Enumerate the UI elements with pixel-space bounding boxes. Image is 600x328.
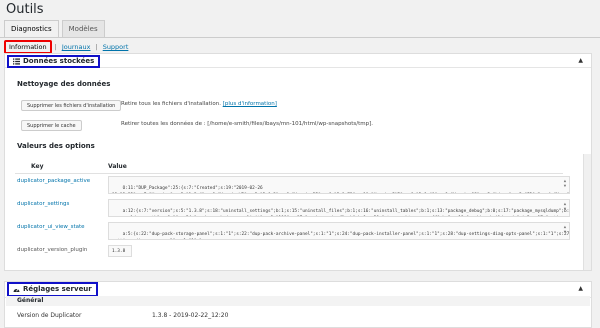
tab-templates[interactable]: Modèles [61, 20, 105, 38]
server-settings-title: Réglages serveur [7, 282, 98, 297]
option-value-textarea[interactable]: a:5:{s:22:"dup-pack-storage-panel";s:1:"… [108, 222, 570, 240]
general-section-heading: Général [6, 296, 590, 306]
option-value-text: a:12:{s:7:"version";s:5:"1.3.8";s:18:"un… [122, 209, 570, 214]
cleanup-heading: Nettoyage des données [17, 80, 111, 88]
tab-bar: Diagnostics Modèles [4, 20, 105, 38]
tab-diagnostics[interactable]: Diagnostics [4, 20, 59, 38]
delete-installation-files-button[interactable]: Supprimer les fichiers d'installation [21, 100, 122, 111]
stored-data-title: Données stockées [7, 55, 101, 68]
dashboard-gauge-icon [13, 288, 20, 292]
option-value-text: a:5:{s:22:"dup-pack-storage-panel";s:1:"… [122, 232, 570, 237]
panel-scrollbar[interactable] [583, 154, 591, 270]
server-settings-title-text: Réglages serveur [23, 285, 92, 293]
option-value-textarea[interactable]: a:12:{s:7:"version";s:5:"1.3.8";s:18:"un… [108, 199, 570, 217]
subnav-logs[interactable]: Journaux [60, 42, 93, 52]
option-key[interactable]: duplicator_settings [17, 201, 69, 207]
stored-data-title-text: Données stockées [23, 57, 95, 65]
tabs-divider [0, 37, 600, 38]
subnav-information[interactable]: Information [4, 40, 52, 54]
subnav-support[interactable]: Support [101, 42, 131, 52]
option-value-text: O:11:"DUP_Package":25:{s:7:"Created";s:1… [122, 186, 263, 191]
delete-installation-description: Retire tous les fichiers d'installation.… [121, 101, 277, 107]
table-header-divider [15, 173, 563, 174]
sub-navigation: Information | Journaux | Support [4, 40, 130, 54]
options-heading: Valeurs des options [17, 142, 95, 150]
stored-data-header[interactable]: Données stockées ▲ [5, 54, 591, 68]
delete-cache-button[interactable]: Supprimer le cache [21, 120, 82, 131]
option-key[interactable]: duplicator_package_active [17, 178, 90, 184]
column-key-header: Key [31, 163, 44, 170]
column-value-header: Value [108, 163, 127, 170]
duplicator-version-label: Version de Duplicator [17, 312, 82, 319]
subnav-separator: | [95, 43, 98, 51]
duplicator-version-value: 1.3.8 - 2019-02-22_12:20 [152, 312, 229, 319]
collapse-toggle-icon[interactable]: ▲ [578, 285, 583, 292]
subnav-separator: | [54, 43, 57, 51]
list-icon [13, 58, 20, 65]
more-info-link[interactable]: [plus d'information] [223, 101, 277, 107]
textarea-scroll-icon[interactable]: ▲ ▼ [562, 201, 568, 211]
page-title: Outils [6, 2, 44, 17]
textarea-scroll-icon[interactable]: ▲ ▼ [562, 178, 568, 188]
option-key[interactable]: duplicator_ui_view_state [17, 224, 85, 230]
stored-data-panel: Données stockées ▲ Nettoyage des données… [4, 53, 592, 271]
delete-installation-text: Retire tous les fichiers d'installation. [121, 101, 221, 107]
option-value-textarea[interactable]: O:11:"DUP_Package":25:{s:7:"Created";s:1… [108, 176, 570, 194]
server-settings-panel: Réglages serveur ▲ Général Version de Du… [4, 281, 592, 328]
textarea-scroll-icon[interactable]: ▲ ▼ [562, 224, 568, 234]
collapse-toggle-icon[interactable]: ▲ [578, 57, 583, 64]
delete-cache-description: Retirer toutes les données de : [/home/e… [121, 121, 374, 127]
option-value-field[interactable]: 1.3.8 [108, 245, 132, 257]
option-key: duplicator_version_plugin [17, 247, 88, 253]
